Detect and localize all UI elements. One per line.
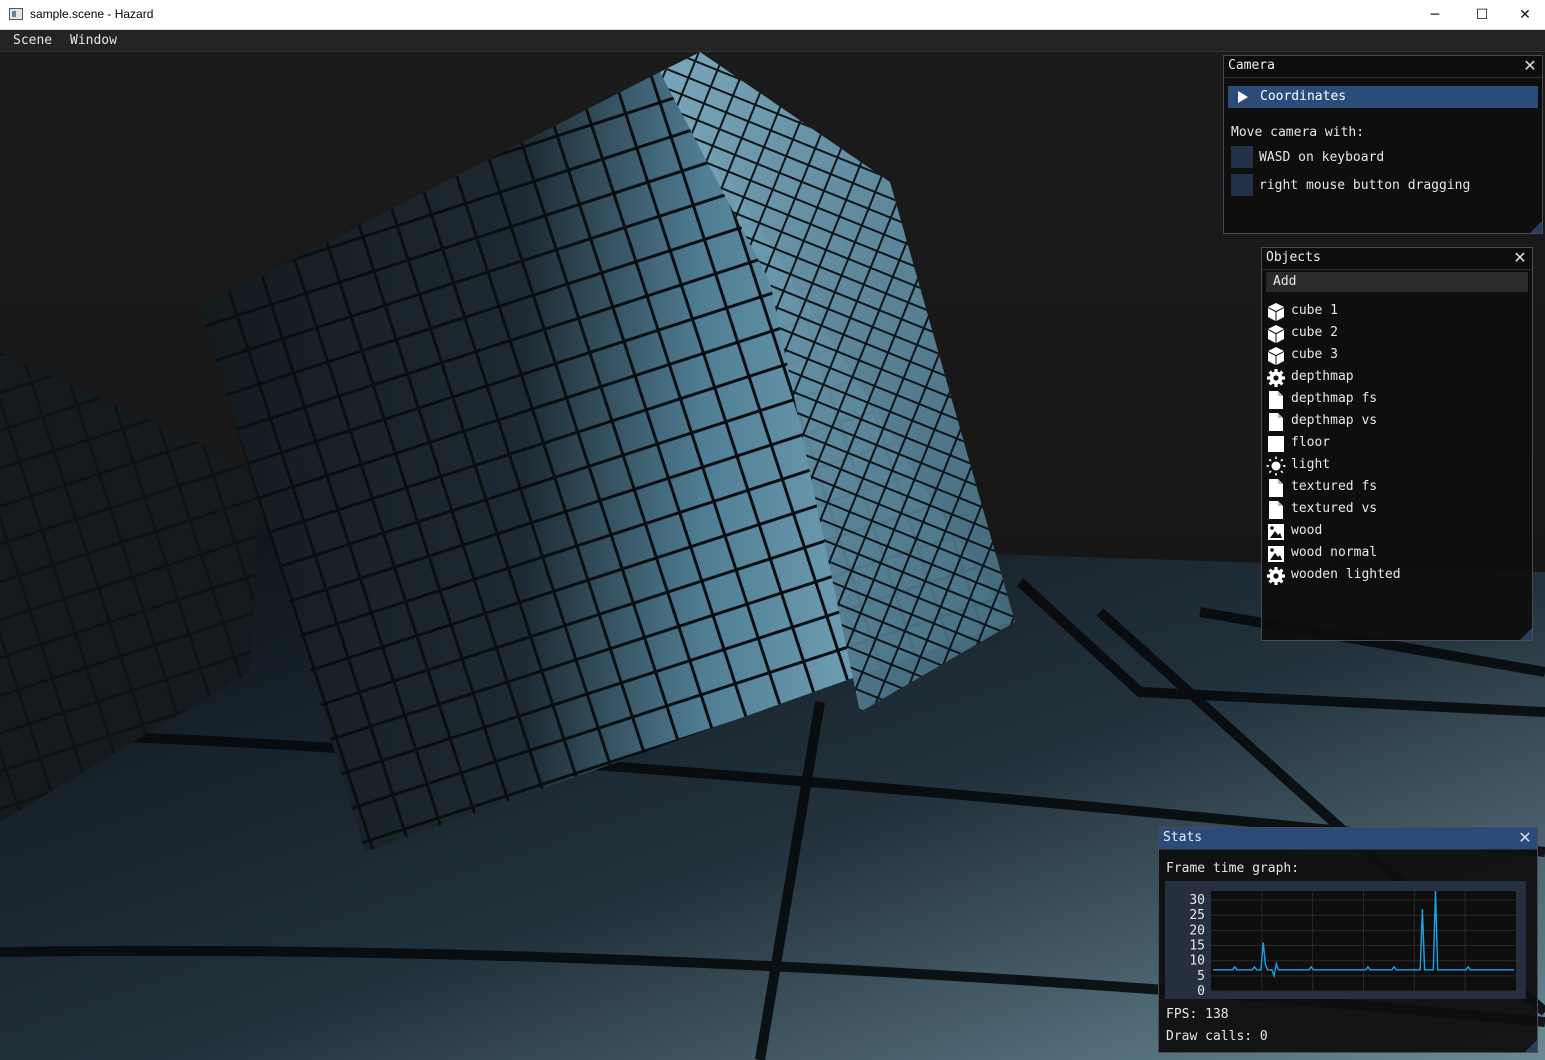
frame-time-graph-label: Frame time graph:: [1166, 861, 1300, 876]
object-item-light[interactable]: light: [1266, 455, 1526, 476]
close-window-button[interactable]: ✕: [1503, 0, 1545, 30]
object-item-depthmap[interactable]: depthmap: [1266, 367, 1526, 387]
mouse-drag-label: right mouse button dragging: [1259, 178, 1471, 193]
resize-grip[interactable]: [1520, 628, 1532, 640]
minimize-button[interactable]: ─: [1413, 0, 1457, 30]
close-icon[interactable]: ✕: [1512, 248, 1528, 268]
object-item-cube-2[interactable]: cube 2: [1266, 323, 1526, 343]
object-label: depthmap vs: [1291, 413, 1378, 428]
sun-icon: [1266, 456, 1286, 476]
draw-calls-text: Draw calls: 0: [1166, 1029, 1268, 1044]
object-item-textured-fs[interactable]: textured fs: [1266, 477, 1526, 497]
cube-icon: [1268, 303, 1284, 321]
object-label: floor: [1291, 435, 1331, 450]
menu-window[interactable]: Window: [70, 33, 117, 48]
image-icon: [1268, 524, 1284, 540]
object-label: textured fs: [1291, 479, 1378, 494]
wasd-label: WASD on keyboard: [1259, 150, 1385, 165]
object-label: textured vs: [1291, 501, 1378, 516]
image-icon: [1268, 546, 1284, 562]
camera-panel: Camera ✕ Coordinates Move camera with: W…: [1223, 55, 1543, 234]
object-label: cube 3: [1291, 347, 1338, 362]
object-label: cube 2: [1291, 325, 1338, 340]
camera-panel-title: Camera: [1228, 58, 1275, 73]
y-tick-label: 25: [1189, 908, 1205, 923]
coordinates-header[interactable]: Coordinates: [1228, 86, 1538, 108]
y-tick-label: 15: [1189, 939, 1205, 954]
y-tick-label: 20: [1189, 923, 1205, 938]
object-label: depthmap: [1291, 369, 1354, 384]
file-icon: [1269, 479, 1283, 497]
stats-panel-header[interactable]: Stats ✕: [1159, 828, 1537, 850]
object-item-depthmap-vs[interactable]: depthmap vs: [1266, 411, 1526, 431]
resize-grip[interactable]: [1530, 221, 1542, 233]
cube-icon: [1268, 325, 1284, 343]
object-label: wood normal: [1291, 545, 1378, 560]
fps-text: FPS: 138: [1166, 1007, 1229, 1022]
menu-bar: Scene Window: [0, 30, 1545, 52]
collapse-arrow-icon: [1238, 91, 1248, 103]
object-label: cube 1: [1291, 303, 1338, 318]
y-tick-label: 5: [1197, 969, 1205, 984]
file-icon: [1269, 501, 1283, 519]
objects-panel: Objects ✕ Add cube 1 cube 2 cube 3 depth…: [1261, 247, 1533, 641]
app-icon: [9, 8, 23, 20]
object-item-cube-3[interactable]: cube 3: [1266, 345, 1526, 365]
object-label: depthmap fs: [1291, 391, 1378, 406]
object-item-floor[interactable]: floor: [1266, 433, 1526, 453]
object-item-wood-normal[interactable]: wood normal: [1266, 543, 1526, 563]
gear-icon: [1267, 567, 1285, 585]
stats-panel: Stats ✕ Frame time graph: 30 25 20 15 10 5 0 F…: [1158, 827, 1538, 1053]
object-item-wooden-lighted[interactable]: wooden lighted: [1266, 565, 1526, 585]
frame-time-chart: 302520151050: [1189, 890, 1516, 999]
mouse-drag-checkbox[interactable]: [1231, 174, 1253, 196]
objects-panel-header[interactable]: Objects ✕: [1262, 248, 1532, 270]
add-label: Add: [1273, 274, 1297, 289]
object-label: wooden lighted: [1291, 567, 1401, 582]
object-item-wood[interactable]: wood: [1266, 521, 1526, 541]
add-menu[interactable]: Add: [1266, 272, 1528, 292]
close-icon[interactable]: ✕: [1522, 56, 1538, 76]
y-tick-label: 10: [1189, 954, 1205, 969]
square-icon: [1268, 436, 1284, 452]
wasd-checkbox[interactable]: [1231, 146, 1253, 168]
maximize-button[interactable]: ☐: [1460, 0, 1504, 30]
object-item-textured-vs[interactable]: textured vs: [1266, 499, 1526, 519]
file-icon: [1269, 413, 1283, 431]
file-icon: [1269, 391, 1283, 409]
window-title: sample.scene - Hazard: [30, 7, 154, 21]
stats-panel-title: Stats: [1163, 830, 1203, 845]
cube-icon: [1268, 347, 1284, 365]
object-item-depthmap-fs[interactable]: depthmap fs: [1266, 389, 1526, 409]
object-label: wood: [1291, 523, 1323, 538]
coordinates-label: Coordinates: [1260, 89, 1347, 104]
gear-icon: [1267, 369, 1285, 387]
camera-panel-header[interactable]: Camera ✕: [1224, 56, 1542, 78]
camera-hint-text: Move camera with:: [1231, 125, 1365, 140]
y-tick-label: 0: [1197, 984, 1205, 999]
object-item-cube-1[interactable]: cube 1: [1266, 301, 1526, 321]
title-bar: sample.scene - Hazard ─ ☐ ✕: [0, 0, 1545, 30]
objects-panel-title: Objects: [1266, 250, 1321, 265]
y-tick-label: 30: [1189, 893, 1205, 908]
menu-scene[interactable]: Scene: [13, 33, 52, 48]
frame-time-plot[interactable]: 30 25 20 15 10 5 0: [1165, 881, 1526, 999]
object-label: light: [1291, 457, 1331, 472]
close-icon[interactable]: ✕: [1517, 828, 1533, 848]
resize-grip[interactable]: [1525, 1040, 1537, 1052]
